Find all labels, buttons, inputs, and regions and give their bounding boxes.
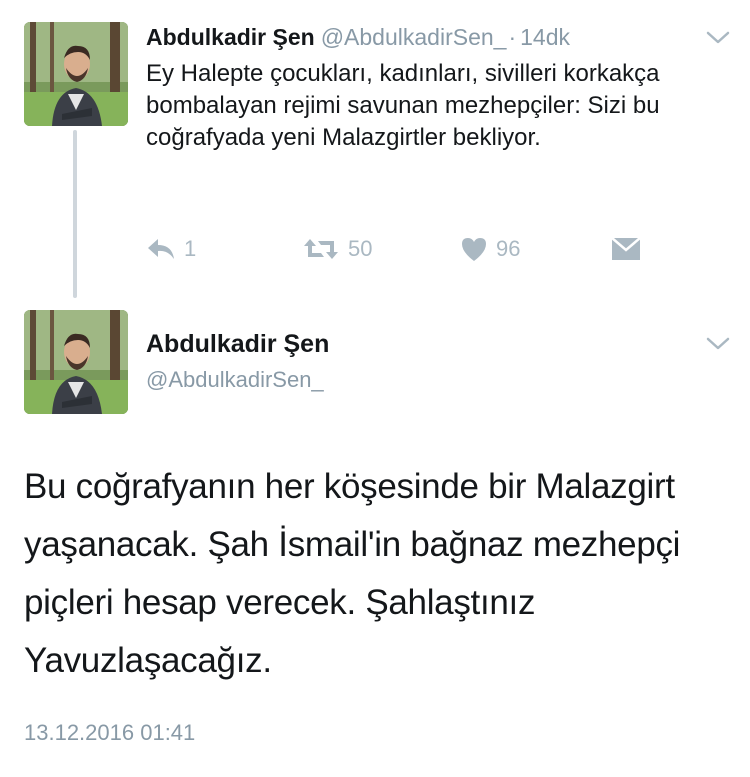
like-count: 96 [496, 236, 521, 261]
thread-connector-line [73, 130, 77, 298]
avatar[interactable] [24, 310, 128, 414]
heart-icon [462, 238, 486, 261]
separator: · [508, 24, 517, 50]
direct-message-button[interactable] [610, 232, 642, 266]
reply-count: 1 [184, 236, 197, 261]
message-icon [611, 237, 641, 260]
author-handle[interactable]: @AbdulkadirSen_ [321, 24, 507, 50]
author-name[interactable]: Abdulkadir Şen [146, 327, 329, 361]
author-handle[interactable]: @AbdulkadirSen_ [146, 365, 324, 395]
retweet-icon [304, 239, 338, 259]
tweet-time[interactable]: 14dk [520, 24, 570, 50]
tweet-text: Ey Halepte çocukları, kadınları, siville… [146, 60, 660, 151]
retweet-count: 50 [348, 236, 373, 261]
reply-button[interactable]: 1 [146, 232, 196, 266]
like-button[interactable]: 96 [460, 232, 520, 266]
tweet-thread: Abdulkadir Şen @AbdulkadirSen_· 14dk Ey Ha… [0, 0, 750, 777]
author-name[interactable]: Abdulkadir Şen [146, 24, 315, 50]
retweet-button[interactable]: 50 [302, 232, 372, 266]
chevron-down-icon[interactable] [704, 28, 732, 48]
avatar[interactable] [24, 22, 128, 126]
avatar-photo [24, 310, 128, 414]
tweet-timestamp: 13.12.2016 01:41 [24, 720, 196, 745]
reply-icon [148, 239, 174, 259]
tweet-header: Abdulkadir Şen @AbdulkadirSen_· 14dk [146, 22, 680, 52]
chevron-down-icon[interactable] [704, 334, 732, 354]
tweet-text: Bu coğrafyanın her köşesinde bir Malazgi… [24, 467, 681, 680]
avatar-photo [24, 22, 128, 126]
